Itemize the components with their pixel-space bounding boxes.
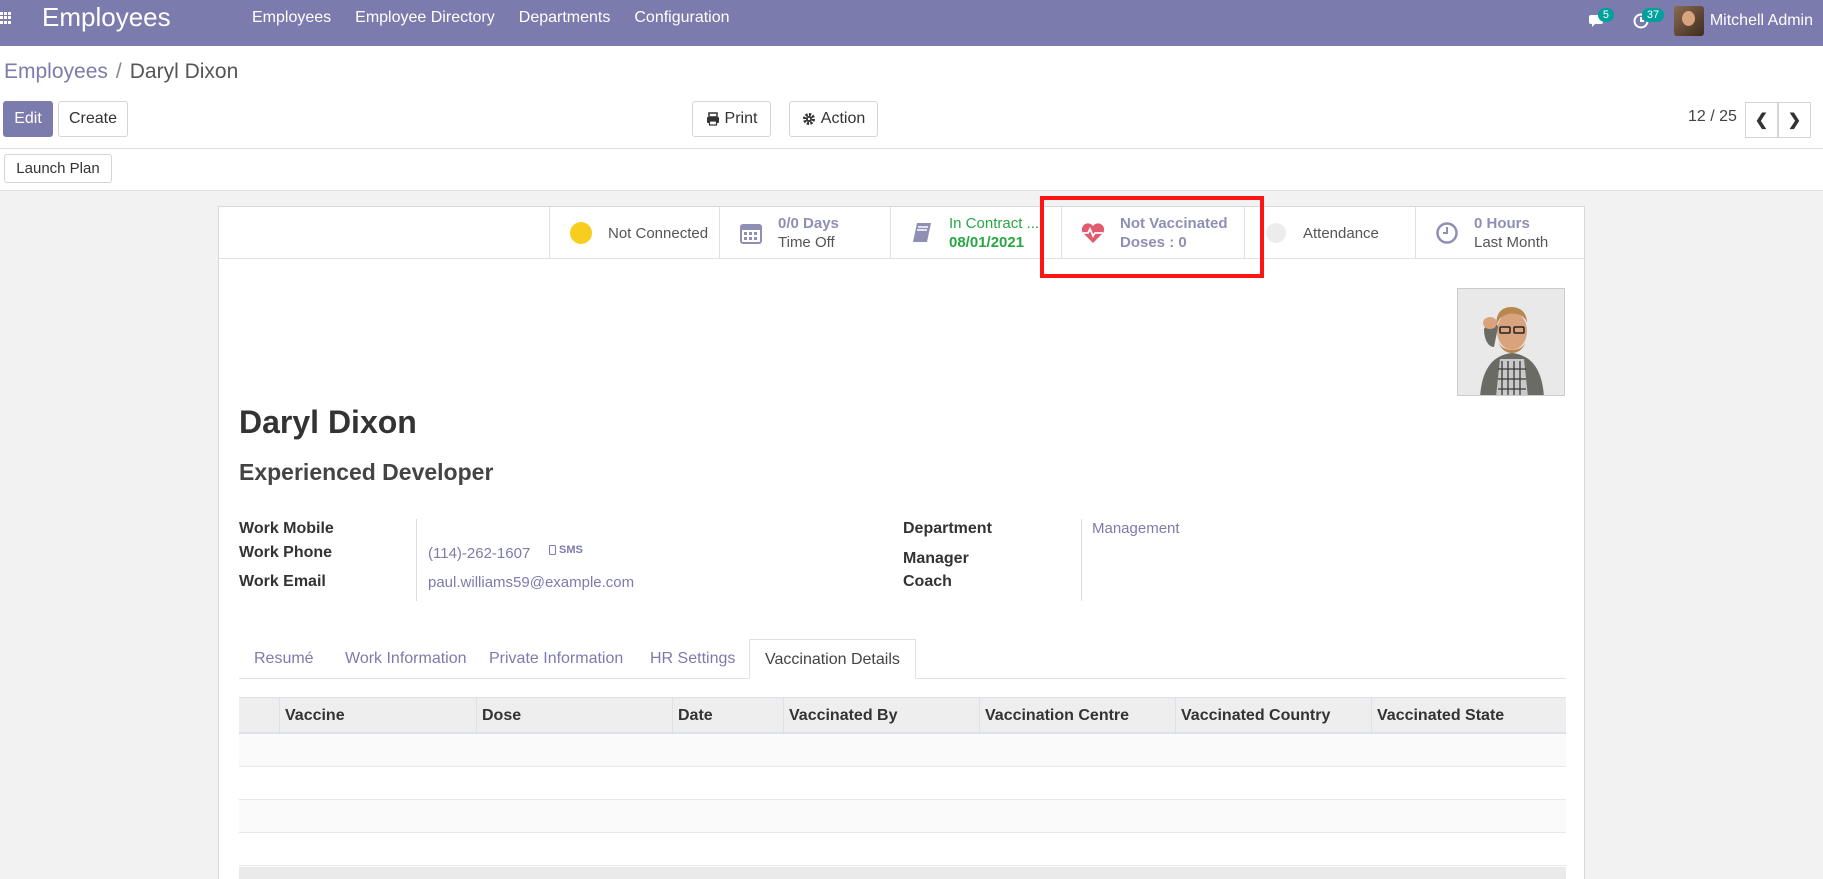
table-row xyxy=(239,767,1566,800)
app-title[interactable]: Employees xyxy=(42,2,171,33)
time-off-smart-button[interactable]: 0/0 Days Time Off xyxy=(719,207,890,259)
work-email-label: Work Email xyxy=(239,573,326,590)
employee-form-sheet: Not Connected 0/0 Days Time Off In Contr… xyxy=(218,206,1585,879)
action-label: Action xyxy=(820,110,866,127)
chevron-left-icon: ❮ xyxy=(1754,112,1769,129)
notebook-tabs: Resumé Work Information Private Informat… xyxy=(239,639,1566,679)
action-button[interactable]: Action xyxy=(789,101,878,137)
vaccination-highlight-box xyxy=(1040,196,1264,278)
menu-departments[interactable]: Departments xyxy=(507,9,623,27)
employee-job-title[interactable]: Experienced Developer xyxy=(239,459,493,486)
calendar-icon xyxy=(738,220,764,246)
breadcrumb-separator: / xyxy=(115,60,122,83)
attendance-label: Attendance xyxy=(1303,224,1379,242)
apps-menu-icon[interactable] xyxy=(0,12,12,24)
sms-label: SMS xyxy=(559,544,583,556)
user-name: Mitchell Admin xyxy=(1709,12,1813,29)
tab-private-information[interactable]: Private Information xyxy=(474,639,638,679)
activities-clock-icon[interactable]: 37 xyxy=(1630,8,1665,32)
time-off-label: Time Off xyxy=(778,234,835,251)
header-vaccine[interactable]: Vaccine xyxy=(279,698,476,733)
messages-badge: 5 xyxy=(1597,8,1614,22)
clock-icon xyxy=(1434,220,1460,246)
table-row xyxy=(239,833,1566,866)
breadcrumb: Employees / Daryl Dixon xyxy=(4,60,238,84)
time-off-value: 0/0 Days xyxy=(778,215,839,232)
print-label: Print xyxy=(724,110,758,127)
print-button[interactable]: Print xyxy=(692,101,771,137)
edit-button[interactable]: Edit xyxy=(3,101,53,137)
header-handle-column xyxy=(239,698,279,733)
coach-label: Coach xyxy=(903,573,952,590)
field-separator xyxy=(1081,519,1082,601)
header-vaccinated-country[interactable]: Vaccinated Country xyxy=(1175,698,1371,733)
header-dose[interactable]: Dose xyxy=(476,698,672,733)
presence-smart-button[interactable]: Not Connected xyxy=(549,207,719,259)
pager-value[interactable]: 12 / 25 xyxy=(1688,108,1737,126)
header-vaccination-centre[interactable]: Vaccination Centre xyxy=(979,698,1175,733)
menu-employees[interactable]: Employees xyxy=(240,9,343,27)
launch-plan-button[interactable]: Launch Plan xyxy=(4,154,112,183)
tab-work-information[interactable]: Work Information xyxy=(330,639,482,679)
department-value[interactable]: Management xyxy=(1092,520,1180,537)
breadcrumb-employees-link[interactable]: Employees xyxy=(4,60,108,84)
contract-smart-button[interactable]: In Contract ... 08/01/2021 xyxy=(890,207,1061,259)
pager-previous-button[interactable]: ❮ xyxy=(1745,102,1778,138)
tab-hr-settings[interactable]: HR Settings xyxy=(635,639,750,679)
pager-next-button[interactable]: ❯ xyxy=(1778,102,1811,138)
smart-button-box: Not Connected 0/0 Days Time Off In Contr… xyxy=(219,207,1584,259)
header-date[interactable]: Date xyxy=(672,698,783,733)
print-icon xyxy=(706,112,719,126)
hours-value: 0 Hours xyxy=(1474,215,1530,232)
systray: 5 37 Mitchell Admin xyxy=(1586,6,1813,36)
top-navbar: Employees Employees Employee Directory D… xyxy=(0,0,1823,46)
main-menu: Employees Employee Directory Departments… xyxy=(240,9,742,27)
contract-date: 08/01/2021 xyxy=(949,234,1025,251)
contract-status: In Contract ... xyxy=(949,215,1040,232)
tab-vaccination-details[interactable]: Vaccination Details xyxy=(749,639,916,679)
user-menu[interactable]: Mitchell Admin xyxy=(1673,6,1813,36)
employee-photo[interactable] xyxy=(1457,288,1565,396)
mobile-icon xyxy=(549,545,556,555)
activities-badge: 37 xyxy=(1641,8,1665,22)
header-vaccinated-by[interactable]: Vaccinated By xyxy=(783,698,979,733)
attendance-smart-button[interactable]: Attendance xyxy=(1244,207,1415,259)
field-separator xyxy=(416,519,417,601)
work-mobile-label: Work Mobile xyxy=(239,520,334,537)
table-row xyxy=(239,800,1566,833)
work-email-value[interactable]: paul.williams59@example.com xyxy=(428,574,634,591)
hours-smart-button[interactable]: 0 Hours Last Month xyxy=(1415,207,1584,259)
work-phone-value[interactable]: (114)-262-1607 xyxy=(428,545,530,562)
hours-label: Last Month xyxy=(1474,234,1549,251)
department-label: Department xyxy=(903,520,992,537)
presence-status-icon xyxy=(568,220,594,246)
work-phone-label: Work Phone xyxy=(239,544,333,561)
control-panel: Employees / Daryl Dixon Edit Create Prin… xyxy=(0,46,1823,149)
create-button[interactable]: Create xyxy=(58,101,128,137)
menu-employee-directory[interactable]: Employee Directory xyxy=(343,9,507,27)
gear-icon xyxy=(802,113,815,125)
table-footer xyxy=(239,867,1566,879)
attendance-status-icon xyxy=(1263,220,1289,246)
manager-label: Manager xyxy=(903,550,969,567)
form-statusbar: Launch Plan xyxy=(0,149,1823,191)
chevron-right-icon: ❯ xyxy=(1787,112,1802,129)
table-row xyxy=(239,734,1566,767)
tab-resume[interactable]: Resumé xyxy=(239,639,329,679)
breadcrumb-current: Daryl Dixon xyxy=(129,60,239,83)
menu-configuration[interactable]: Configuration xyxy=(622,9,741,27)
employee-name[interactable]: Daryl Dixon xyxy=(239,404,417,441)
header-vaccinated-state[interactable]: Vaccinated State xyxy=(1371,698,1566,733)
sms-button[interactable]: SMS xyxy=(549,544,583,556)
book-icon xyxy=(909,220,935,246)
messages-icon[interactable]: 5 xyxy=(1586,8,1614,32)
user-avatar xyxy=(1673,6,1704,36)
presence-label: Not Connected xyxy=(608,224,709,242)
vaccination-table: Vaccine Dose Date Vaccinated By Vaccinat… xyxy=(239,697,1566,879)
table-header: Vaccine Dose Date Vaccinated By Vaccinat… xyxy=(239,697,1566,734)
